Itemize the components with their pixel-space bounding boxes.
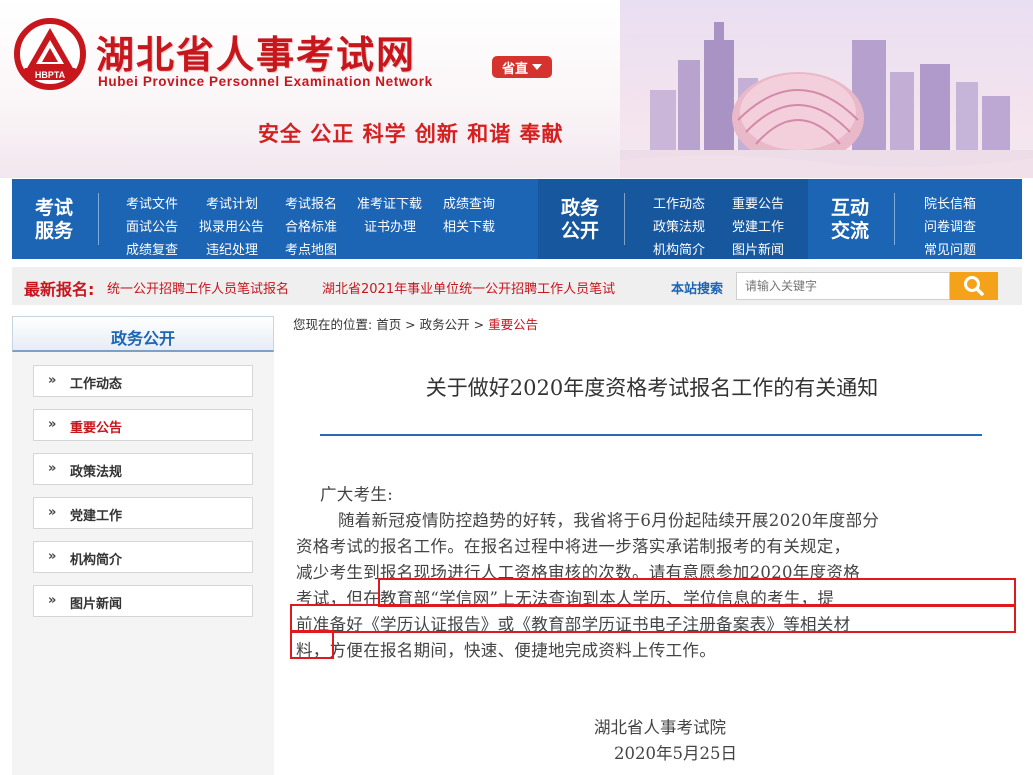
breadcrumb: 您现在的位置: 首页 > 政务公开 > 重要公告 [293, 314, 538, 333]
nav-title-exam-service: 考试服务 [34, 197, 73, 242]
article-line: 料，方便在报名期间，快速、便捷地完成资料上传工作。 [296, 641, 716, 660]
sidebar-item-label: 图片新闻 [70, 597, 123, 612]
article-greeting: 广大考生: [320, 485, 394, 504]
title-divider [320, 434, 982, 436]
nav-link-hiring-notice[interactable]: 拟录用公告 [199, 216, 264, 235]
nav-link-pass-standard[interactable]: 合格标准 [285, 216, 337, 235]
highlight-box [290, 604, 1016, 633]
site-subtitle: Hubei Province Personnel Examination Net… [98, 74, 433, 89]
nav-link-survey[interactable]: 问卷调查 [924, 216, 976, 235]
nav-link-director-mailbox[interactable]: 院长信箱 [924, 193, 976, 212]
double-chevron-right-icon: » [48, 461, 57, 476]
nav-group-exam-service: 考试服务 考试文件 考试计划 考试报名 准考证下载 成绩查询 面试公告 拟录用公… [12, 179, 538, 259]
region-selector[interactable]: 省直 [492, 56, 552, 78]
ticker-label: 最新报名: [24, 280, 95, 299]
article-date: 2020年5月25日 [614, 744, 737, 763]
nav-title-gov-affairs: 政务公开 [560, 197, 599, 242]
sidebar-item-party-work[interactable]: » 党建工作 [33, 497, 253, 529]
ticker-item[interactable]: 湖北省2021年事业单位统一公开招聘工作人员笔试 [322, 278, 615, 297]
nav-link-downloads[interactable]: 相关下载 [443, 216, 495, 235]
nav-link-work-news[interactable]: 工作动态 [653, 193, 705, 212]
double-chevron-right-icon: » [48, 417, 57, 432]
double-chevron-right-icon: » [48, 549, 57, 564]
nav-link-interview-notice[interactable]: 面试公告 [126, 216, 178, 235]
sidebar-item-label: 重要公告 [70, 421, 123, 436]
article-line: 资格考试的报名工作。在报名过程中将进一步落实承诺制报考的有关规定， [296, 537, 851, 556]
nav-link-admission-ticket[interactable]: 准考证下载 [357, 193, 422, 212]
nav-group-interaction: 互动交流 院长信箱 问卷调查 常见问题 [808, 179, 1022, 259]
sidebar-item-work-news[interactable]: » 工作动态 [33, 365, 253, 397]
article-signature: 湖北省人事考试院 [594, 718, 726, 737]
nav-link-exam-plan[interactable]: 考试计划 [206, 193, 258, 212]
search-input[interactable] [736, 272, 950, 300]
slogan: 安全 公正 科学 创新 和谐 奉献 [258, 122, 564, 146]
sidebar-header: 政务公开 [12, 316, 274, 352]
nav-title-interaction: 互动交流 [830, 197, 869, 242]
sidebar-item-label: 工作动态 [70, 377, 123, 392]
sidebar-title: 政务公开 [110, 329, 175, 348]
nav-link-photo-news[interactable]: 图片新闻 [732, 239, 784, 258]
nav-link-faq[interactable]: 常见问题 [924, 239, 976, 258]
article-line: 随着新冠疫情防控趋势的好转，我省将于6月份起陆续开展2020年度部分 [338, 511, 880, 530]
breadcrumb-current: 重要公告 [488, 317, 539, 332]
ticker-track: 统一公开招聘工作人员笔试报名 湖北省2021年事业单位统一公开招聘工作人员笔试 [107, 267, 627, 305]
nav-divider [624, 193, 625, 245]
caret-down-icon [532, 64, 542, 70]
region-selector-label: 省直 [501, 61, 528, 77]
news-ticker-bar: 最新报名: 统一公开招聘工作人员笔试报名 湖北省2021年事业单位统一公开招聘工… [12, 267, 1022, 305]
breadcrumb-separator: > [401, 317, 420, 332]
sidebar-item-important-notice[interactable]: » 重要公告 [33, 409, 253, 441]
sidebar-panel: » 工作动态 » 重要公告 » 政策法规 » 党建工作 » 机构简介 » 图片新… [12, 352, 274, 775]
nav-link-score-review[interactable]: 成绩复查 [126, 239, 178, 258]
search-button[interactable] [950, 272, 998, 300]
logo-emblem-text: HBPTA [35, 70, 66, 80]
nav-link-certificate[interactable]: 证书办理 [364, 216, 416, 235]
nav-link-score-query[interactable]: 成绩查询 [443, 193, 495, 212]
ticker-item[interactable]: 统一公开招聘工作人员笔试报名 [107, 278, 289, 297]
breadcrumb-section-link[interactable]: 政务公开 [420, 317, 470, 332]
double-chevron-right-icon: » [48, 593, 57, 608]
nav-link-exam-map[interactable]: 考点地图 [285, 239, 337, 258]
breadcrumb-prefix: 您现在的位置: [293, 317, 377, 332]
sidebar-item-label: 政策法规 [70, 465, 123, 480]
breadcrumb-separator: > [469, 317, 489, 332]
sidebar-item-policies[interactable]: » 政策法规 [33, 453, 253, 485]
site-logo[interactable]: HBPTA 湖北省人事考试网 Hubei Province Personnel … [14, 18, 454, 98]
breadcrumb-home-link[interactable]: 首页 [376, 317, 401, 332]
highlight-box [378, 578, 1016, 607]
nav-group-gov-affairs: 政务公开 工作动态 重要公告 政策法规 党建工作 机构简介 图片新闻 [538, 179, 808, 259]
site-title: 湖北省人事考试网 [96, 33, 417, 77]
nav-divider [98, 193, 99, 245]
nav-link-violations[interactable]: 违纪处理 [206, 239, 258, 258]
main-nav: 考试服务 考试文件 考试计划 考试报名 准考证下载 成绩查询 面试公告 拟录用公… [12, 179, 1022, 259]
sidebar-item-label: 机构简介 [70, 553, 123, 568]
nav-link-about[interactable]: 机构简介 [653, 239, 705, 258]
sidebar-item-photo-news[interactable]: » 图片新闻 [33, 585, 253, 617]
header-banner: HBPTA 湖北省人事考试网 Hubei Province Personnel … [0, 0, 1033, 178]
nav-link-exam-registration[interactable]: 考试报名 [285, 193, 337, 212]
search-icon [964, 276, 984, 296]
nav-link-party-work[interactable]: 党建工作 [732, 216, 784, 235]
nav-divider [894, 193, 895, 245]
nav-link-policies[interactable]: 政策法规 [653, 216, 705, 235]
nav-link-important-notice[interactable]: 重要公告 [732, 193, 784, 212]
logo-emblem-icon: HBPTA [14, 18, 86, 90]
city-skyline-image [620, 22, 1033, 178]
article-title: 关于做好2020年度资格考试报名工作的有关通知 [425, 376, 879, 400]
double-chevron-right-icon: » [48, 373, 57, 388]
sidebar-item-label: 党建工作 [70, 509, 123, 524]
double-chevron-right-icon: » [48, 505, 57, 520]
highlight-box [290, 630, 334, 659]
nav-link-exam-docs[interactable]: 考试文件 [126, 193, 178, 212]
search-label: 本站搜索 [671, 282, 724, 297]
sidebar-item-about[interactable]: » 机构简介 [33, 541, 253, 573]
